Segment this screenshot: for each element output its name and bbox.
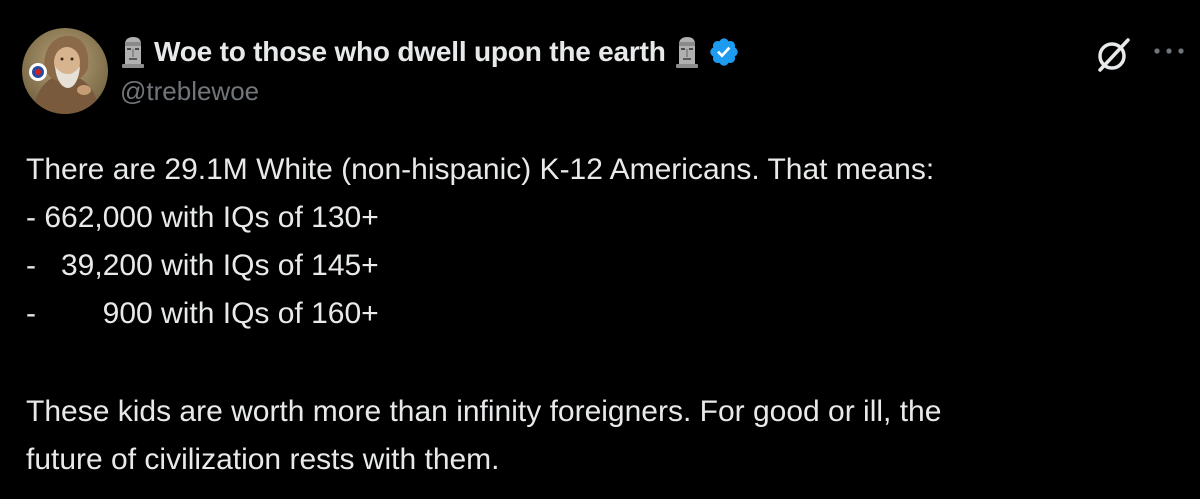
avatar-image [22,28,108,114]
grok-icon[interactable] [1094,36,1132,74]
post-line: future of civilization rests with them. [26,443,500,476]
post-line: - 39,200 with IQs of 145+ [26,249,379,282]
post-line: - 662,000 with IQs of 130+ [26,201,379,234]
moai-icon [674,36,700,68]
author-block: Woe to those who dwell upon the earth @t… [120,34,740,107]
post-line: There are 29.1M White (non-hispanic) K-1… [26,153,935,186]
more-dots-icon[interactable] [1152,44,1186,58]
moai-icon [120,36,146,68]
verified-badge-icon[interactable] [708,36,740,68]
user-handle[interactable]: @treblewoe [120,76,740,107]
post-line: - 900 with IQs of 160+ [26,297,379,330]
post-body: There are 29.1M White (non-hispanic) K-1… [26,146,1176,484]
avatar[interactable] [22,28,108,114]
post-line: These kids are worth more than infinity … [26,395,942,428]
post-card: Woe to those who dwell upon the earth @t… [0,0,1200,499]
display-name[interactable]: Woe to those who dwell upon the earth [154,36,666,68]
name-row[interactable]: Woe to those who dwell upon the earth [120,34,740,70]
